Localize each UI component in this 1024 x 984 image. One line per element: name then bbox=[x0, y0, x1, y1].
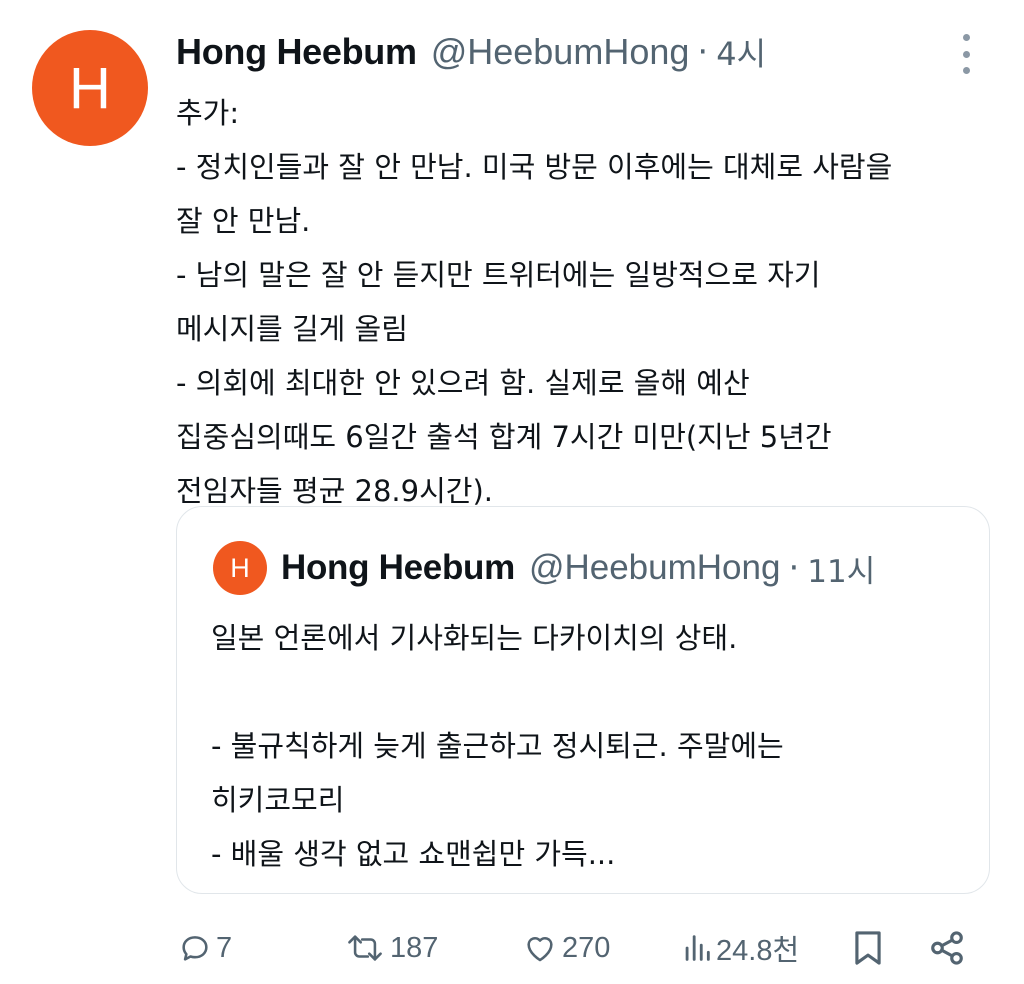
more-options-icon[interactable] bbox=[950, 34, 982, 74]
tweet-text-line: 집중심의때도 6일간 출석 합계 7시간 미만(지난 5년간 bbox=[176, 420, 832, 454]
quoted-author-avatar: H bbox=[213, 541, 267, 595]
reply-icon bbox=[182, 936, 208, 961]
tweet-text-line: - 정치인들과 잘 안 만남. 미국 방문 이후에는 대체로 사람을 bbox=[176, 150, 893, 184]
quoted-tweet-text: 일본 언론에서 기사화되는 다카이치의 상태. - 불규칙하게 늦게 출근하고 … bbox=[211, 611, 971, 881]
author-handle[interactable]: @HeebumHong bbox=[431, 31, 690, 73]
quoted-author-name: Hong Heebum bbox=[281, 548, 515, 587]
views-icon bbox=[685, 935, 710, 961]
share-button[interactable] bbox=[928, 918, 966, 978]
tweet-text: 추가: - 정치인들과 잘 안 만남. 미국 방문 이후에는 대체로 사람을 잘… bbox=[176, 86, 996, 518]
quoted-author-handle: @HeebumHong bbox=[528, 548, 781, 587]
quoted-text-line: 히키코모리 bbox=[211, 783, 345, 817]
quoted-tweet-timestamp: 11시 bbox=[807, 553, 876, 590]
retweet-button[interactable]: 187 bbox=[344, 918, 438, 978]
reply-button[interactable]: 7 bbox=[178, 918, 232, 978]
tweet-header: Hong Heebum @HeebumHong · 4시 bbox=[176, 24, 766, 80]
views-button[interactable]: 24.8천 bbox=[682, 918, 799, 978]
action-bar: 7 187 270 24.8천 bbox=[176, 918, 996, 978]
bookmark-button[interactable] bbox=[852, 918, 884, 978]
author-avatar[interactable]: H bbox=[32, 30, 148, 146]
tweet-text-line: - 남의 말은 잘 안 듣지만 트위터에는 일방적으로 자기 bbox=[176, 258, 821, 292]
quoted-text-line: 일본 언론에서 기사화되는 다카이치의 상태. bbox=[211, 621, 738, 655]
tweet-text-line: - 의회에 최대한 안 있으려 함. 실제로 올해 예산 bbox=[176, 366, 750, 400]
reply-count: 7 bbox=[216, 931, 233, 964]
like-count: 270 bbox=[562, 931, 611, 964]
like-button[interactable]: 270 bbox=[522, 918, 610, 978]
tweet-timestamp[interactable]: 4시 bbox=[716, 29, 766, 75]
quoted-separator-dot: · bbox=[788, 548, 800, 588]
author-name[interactable]: Hong Heebum bbox=[176, 31, 417, 73]
tweet-text-line: 메시지를 길게 올림 bbox=[176, 312, 408, 346]
quoted-text-line bbox=[211, 665, 971, 719]
views-count: 24.8천 bbox=[716, 935, 800, 967]
heart-icon bbox=[527, 936, 553, 962]
quoted-tweet-header: Hong Heebum @HeebumHong · 11시 bbox=[281, 543, 875, 593]
share-icon bbox=[931, 931, 963, 965]
tweet-text-line: 추가: bbox=[176, 96, 240, 130]
tweet-text-line: 잘 안 만남. bbox=[176, 204, 311, 238]
bookmark-icon bbox=[855, 931, 881, 965]
avatar-letter: H bbox=[69, 55, 111, 121]
quoted-avatar-letter: H bbox=[230, 552, 250, 583]
retweet-icon bbox=[348, 935, 382, 961]
retweet-count: 187 bbox=[390, 931, 439, 964]
quoted-text-line: - 불규칙하게 늦게 출근하고 정시퇴근. 주말에는 bbox=[211, 729, 784, 763]
separator-dot: · bbox=[697, 32, 709, 72]
quoted-tweet[interactable]: H Hong Heebum @HeebumHong · 11시 일본 언론에서 … bbox=[176, 506, 990, 894]
quoted-text-line: - 배울 생각 없고 쇼맨쉽만 가득... bbox=[211, 837, 616, 871]
